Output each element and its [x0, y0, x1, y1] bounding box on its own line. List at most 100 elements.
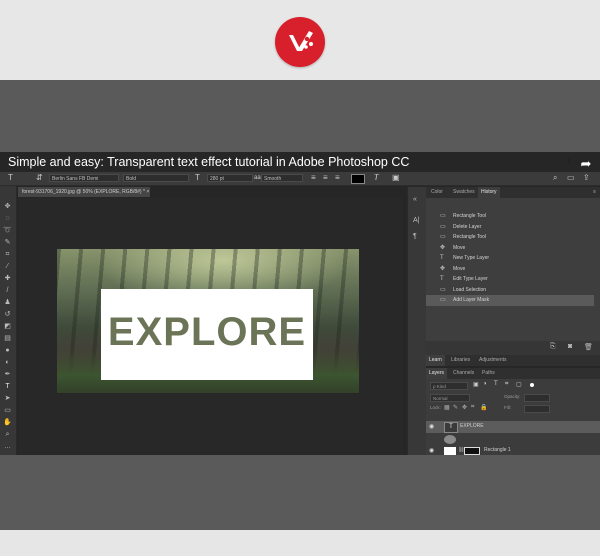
watch-later-icon[interactable] [554, 154, 570, 168]
share-icon[interactable]: ➦ [578, 157, 594, 171]
tab-libraries[interactable]: Libraries [448, 355, 473, 366]
filter-type-icon[interactable]: T [494, 381, 498, 387]
lock-pixels-icon[interactable]: ▦ [444, 404, 450, 411]
close-tab-icon[interactable]: × [146, 189, 149, 195]
tab-layers[interactable]: Layers [426, 368, 448, 379]
filter-adjust-icon[interactable]: ◑ [483, 381, 487, 387]
history-item[interactable]: ▭ Rectangle Tool [426, 232, 594, 243]
video-title: Simple and easy: Transparent text effect… [8, 155, 410, 169]
tab-channels[interactable]: Channels [450, 368, 477, 379]
layer-row-explore[interactable]: ◉ T EXPLORE [426, 421, 600, 433]
history-item-selected[interactable]: ▭ Add Layer Mask [426, 295, 594, 306]
font-style-select[interactable]: Bold [123, 174, 189, 182]
video-controls: ➦ [550, 154, 594, 173]
filter-pixel-icon[interactable]: ▣ [473, 381, 479, 388]
dodge-tool-icon[interactable]: ◐ [3, 359, 12, 366]
lock-all-icon[interactable]: 🔒 [480, 404, 487, 411]
fill-field[interactable] [524, 405, 550, 413]
collapse-icon[interactable]: « [413, 196, 417, 203]
type-icon: T [440, 255, 444, 261]
effects-icon[interactable] [444, 435, 456, 444]
lock-paint-icon[interactable]: ✎ [453, 404, 458, 411]
history-item[interactable]: ▭ Delete Layer [426, 222, 594, 233]
history-item[interactable]: ✥ Move [426, 243, 594, 254]
path-select-icon[interactable]: ➤ [3, 395, 12, 402]
lasso-tool-icon[interactable]: ➰ [3, 227, 12, 234]
marquee-tool-icon[interactable]: ◌ [3, 215, 12, 222]
gradient-tool-icon[interactable]: ▤ [3, 335, 12, 342]
hand-tool-icon[interactable]: ✋ [3, 419, 12, 426]
trash-icon[interactable]: 🗑 [584, 343, 593, 351]
rectangle-layer-thumbnail [444, 447, 456, 455]
brand-logo[interactable] [275, 17, 325, 67]
move-tool-icon[interactable]: ✥ [3, 203, 12, 210]
antialias-select[interactable]: Smooth [261, 174, 303, 182]
align-right-icon[interactable]: ≡ [335, 173, 340, 183]
shape-tool-icon[interactable]: ▭ [3, 407, 12, 414]
background-band-top [0, 80, 600, 152]
share-ps-icon[interactable]: ⇪ [583, 173, 590, 183]
blur-tool-icon[interactable]: ● [3, 347, 12, 354]
panel-menu-icon[interactable]: ≡ [593, 187, 596, 198]
tab-paths[interactable]: Paths [479, 368, 498, 379]
library-panel-tabs: Learn Libraries Adjustments [426, 355, 600, 366]
filter-smart-icon[interactable]: ▢ [516, 381, 522, 388]
history-item[interactable]: ✥ Move [426, 264, 594, 275]
history-item[interactable]: ▭ Load Selection [426, 285, 594, 296]
move-icon: ✥ [440, 244, 446, 251]
lock-move-icon[interactable]: ✥ [462, 404, 467, 411]
eraser-icon[interactable]: ◩ [3, 323, 12, 330]
tab-color[interactable]: Color [428, 187, 446, 198]
history-brush-icon[interactable]: ↺ [3, 311, 12, 318]
layer-name: Rectangle 1 [484, 447, 511, 453]
font-family-select[interactable]: Berlin Sans FB Demi [49, 174, 119, 182]
blend-mode-select[interactable]: Normal [430, 394, 470, 402]
fill-label: Fill: [504, 405, 511, 410]
tab-adjustments[interactable]: Adjustments [476, 355, 510, 366]
history-item[interactable]: T New Type Layer [426, 253, 594, 264]
visibility-eye-icon[interactable]: ◉ [429, 447, 434, 454]
orientation-icon[interactable]: ⇵ [36, 173, 43, 183]
document-tab[interactable]: forest-931706_1920.jpg @ 50% (EXPLORE, R… [18, 187, 150, 197]
align-center-icon[interactable]: ≡ [323, 173, 328, 183]
font-size-select[interactable]: 280 pt [207, 174, 253, 182]
warp-text-icon[interactable]: 𝘛 [374, 173, 379, 183]
video-player[interactable]: Simple and easy: Transparent text effect… [0, 152, 600, 455]
tab-swatches[interactable]: Swatches [450, 187, 478, 198]
quick-select-icon[interactable]: ✎ [3, 239, 12, 246]
layer-mask-thumbnail[interactable] [464, 447, 480, 455]
text-color-swatch[interactable] [351, 174, 365, 184]
character-panel-icon[interactable]: ▣ [392, 173, 400, 183]
opacity-field[interactable] [524, 394, 550, 402]
type-tool-icon[interactable]: T [8, 173, 13, 183]
eyedropper-icon[interactable]: ⁄ [3, 263, 12, 270]
pen-tool-icon[interactable]: ✒ [3, 371, 12, 378]
search-icon[interactable]: ⌕ [553, 173, 557, 183]
rect-icon: ▭ [440, 213, 446, 219]
visibility-eye-icon[interactable]: ◉ [429, 423, 434, 430]
zoom-tool-icon[interactable]: ⌕ [3, 431, 12, 438]
character-icon[interactable]: A| [413, 217, 420, 224]
more-tools-icon[interactable]: … [3, 443, 12, 450]
explore-text-knockout: EXPLORE [107, 310, 307, 354]
new-document-icon[interactable]: ⎘ [550, 343, 556, 351]
brush-tool-icon[interactable]: / [3, 287, 12, 294]
history-item[interactable]: T Edit Type Layer [426, 274, 594, 285]
type-tool-icon[interactable]: T [3, 383, 12, 390]
align-left-icon[interactable]: ≡ [311, 173, 316, 183]
workspace-icon[interactable]: ▭ [567, 173, 575, 183]
tab-learn[interactable]: Learn [426, 355, 445, 366]
kind-filter-select[interactable]: ρ Kind [430, 382, 468, 390]
lock-artboard-icon[interactable]: ⌗ [471, 404, 474, 411]
tab-history[interactable]: History [478, 187, 500, 198]
camera-icon[interactable]: ◙ [568, 343, 572, 350]
layer-row-rectangle[interactable]: ◉ ⛓ Rectangle 1 [426, 446, 600, 455]
stamp-tool-icon[interactable]: ♟ [3, 299, 12, 306]
rect-icon: ▭ [440, 286, 446, 293]
history-item[interactable]: ▭ Rectangle Tool [426, 211, 594, 222]
healing-brush-icon[interactable]: ✚ [3, 275, 12, 282]
filter-toggle-icon[interactable] [530, 383, 534, 387]
paragraph-icon[interactable]: ¶ [413, 233, 417, 240]
filter-shape-icon[interactable]: ⌗ [505, 381, 508, 388]
crop-tool-icon[interactable]: ⌗ [3, 251, 12, 258]
